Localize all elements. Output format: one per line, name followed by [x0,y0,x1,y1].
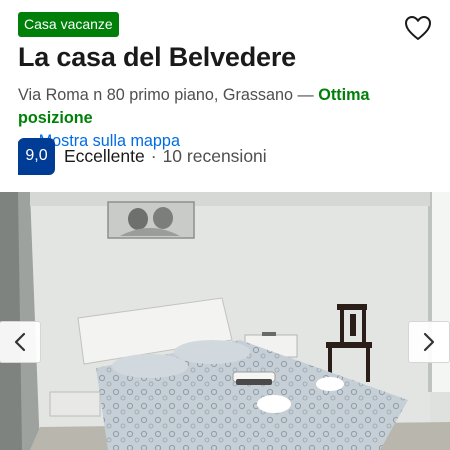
bedroom-photo [0,192,450,450]
chevron-left-icon [14,332,26,352]
review-score-badge: 9,0 [18,137,55,175]
heart-outline-icon [405,16,431,40]
property-type-badge: Casa vacanze [18,12,119,37]
chevron-right-icon [423,332,435,352]
review-count: 10 recensioni [162,145,267,166]
address-text: Via Roma n 80 primo piano, Grassano [18,86,294,104]
review-separator: · [150,145,157,166]
address-dash: — [293,86,319,104]
gallery-prev-button[interactable] [0,321,41,363]
review-score-word: Eccellente [64,145,145,166]
review-score-row[interactable]: 9,0 Eccellente · 10 recensioni [18,137,267,175]
photo-gallery[interactable] [0,192,450,450]
property-title: La casa del Belvedere [18,42,296,72]
save-favorite-button[interactable] [402,12,434,44]
gallery-next-button[interactable] [408,321,450,363]
